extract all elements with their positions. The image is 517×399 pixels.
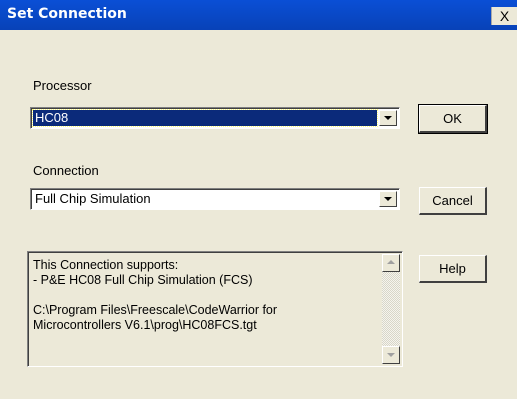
- processor-select[interactable]: HC08: [30, 107, 400, 129]
- close-button[interactable]: X: [491, 7, 517, 25]
- connection-info-box: This Connection supports: - P&E HC08 Ful…: [27, 251, 403, 367]
- connection-label: Connection: [33, 163, 99, 178]
- connection-dropdown-chevron-down-icon[interactable]: [379, 191, 397, 207]
- connection-selected-value: Full Chip Simulation: [35, 191, 151, 206]
- info-scrollbar[interactable]: [382, 254, 400, 364]
- dialog-title: Set Connection: [7, 6, 127, 22]
- ok-button[interactable]: OK: [418, 104, 488, 134]
- processor-dropdown-chevron-down-icon[interactable]: [379, 110, 397, 126]
- connection-info-text: This Connection supports: - P&E HC08 Ful…: [33, 258, 278, 332]
- help-button[interactable]: Help: [419, 255, 487, 283]
- connection-select[interactable]: Full Chip Simulation: [30, 188, 400, 210]
- set-connection-dialog: Set Connection X Processor HC08 Connecti…: [0, 0, 517, 399]
- processor-label: Processor: [33, 78, 92, 93]
- arrow-up-icon[interactable]: [382, 254, 400, 272]
- close-icon: X: [499, 8, 510, 24]
- arrow-down-icon[interactable]: [382, 346, 400, 364]
- processor-selected-value: HC08: [32, 109, 378, 127]
- title-bar[interactable]: Set Connection X: [0, 0, 517, 30]
- cancel-button[interactable]: Cancel: [419, 187, 487, 215]
